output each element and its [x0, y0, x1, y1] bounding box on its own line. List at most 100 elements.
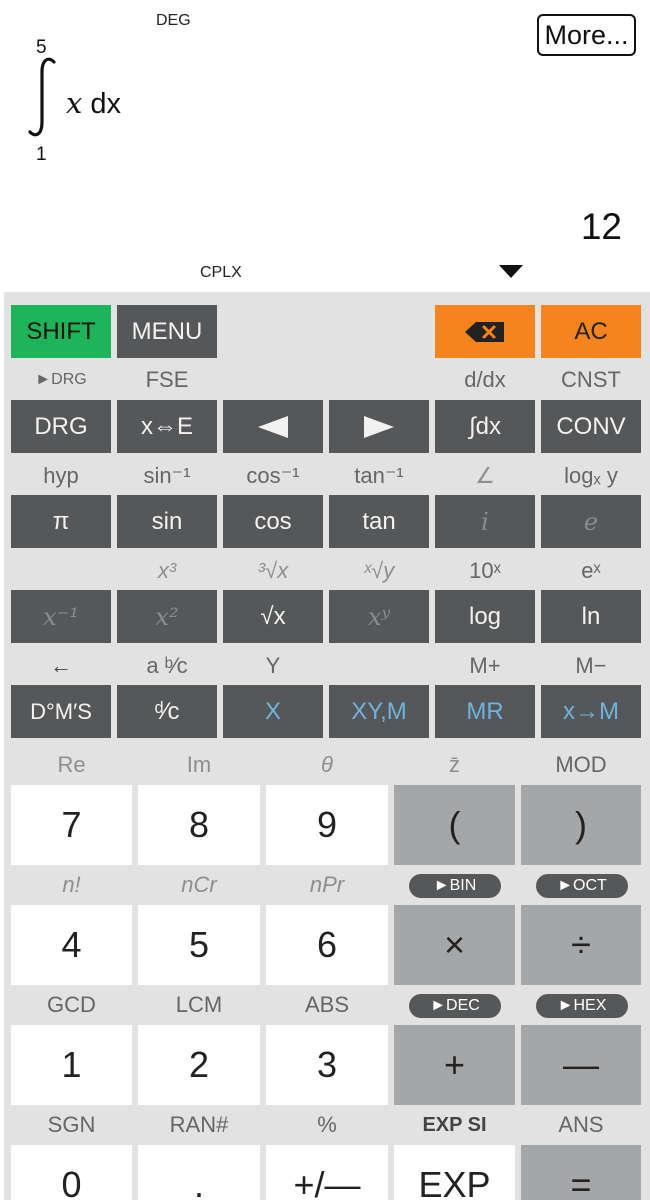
shift-label-abs: ABS — [304, 992, 350, 1017]
decimal-point-button[interactable]: . — [138, 1145, 260, 1200]
shift-button[interactable]: SHIFT — [11, 305, 111, 358]
shift-label-fse: FSE — [145, 367, 189, 392]
cursor-down-triangle-icon[interactable] — [499, 265, 523, 278]
pi-button[interactable]: π — [11, 495, 111, 548]
backspace-button[interactable] — [435, 305, 535, 358]
multiply-button[interactable]: × — [394, 905, 515, 985]
square-button[interactable]: x² — [117, 590, 217, 643]
shift-label-factorial: n! — [62, 872, 81, 897]
shift-label-mod: MOD — [555, 752, 607, 777]
to-bin-button[interactable]: ►BIN — [409, 874, 501, 898]
shift-label-ten-power: 10ˣ — [469, 558, 501, 583]
shift-label-m-minus: M− — [575, 653, 607, 678]
menu-button[interactable]: MENU — [117, 305, 217, 358]
shift-label-theta: θ — [321, 752, 333, 777]
shift-label-cube: x³ — [157, 558, 177, 583]
cursor-right-button[interactable] — [329, 400, 429, 453]
to-dec-button[interactable]: ►DEC — [409, 994, 501, 1018]
square-root-button[interactable]: √x — [223, 590, 323, 643]
integrand-expression: x dx — [66, 86, 121, 121]
shift-label-re: Re — [57, 752, 86, 777]
shift-label-ncr: nCr — [181, 872, 217, 897]
shift-label-ans: ANS — [558, 1112, 604, 1137]
digit-0-button[interactable]: 0 — [11, 1145, 132, 1200]
digit-7-button[interactable]: 7 — [11, 785, 132, 865]
digit-9-button[interactable]: 9 — [266, 785, 388, 865]
shift-label-to-drg: ►DRG — [35, 371, 87, 388]
dms-button[interactable]: D°M′S — [11, 685, 111, 738]
power-button[interactable]: xʸ — [329, 590, 429, 643]
shift-label-logxy: logₓ y — [564, 463, 618, 488]
to-oct-button[interactable]: ►OCT — [536, 874, 628, 898]
keypad: SHIFT MENU AC ►DRG FSE d/dx CNST DRG x⇔E… — [4, 292, 650, 1200]
integral-button[interactable]: ∫dx — [435, 400, 535, 453]
shift-label-sgn: SGN — [47, 1112, 96, 1137]
shift-label-npr: nPr — [309, 872, 345, 897]
shift-label-lcm: LCM — [175, 992, 223, 1017]
sin-button[interactable]: sin — [117, 495, 217, 548]
divide-button[interactable]: ÷ — [521, 905, 641, 985]
conv-button[interactable]: CONV — [541, 400, 641, 453]
integral-lower-limit: 1 — [36, 144, 47, 165]
exp-button[interactable]: EXP — [394, 1145, 515, 1200]
shift-label-cnst: CNST — [561, 367, 621, 392]
shift-label-e-power: eˣ — [581, 558, 601, 583]
imaginary-i-button[interactable]: i — [435, 495, 535, 548]
x-exchange-e-button[interactable]: x⇔E — [117, 400, 217, 453]
shift-label-fraction: a ᵇ⁄c — [146, 653, 188, 678]
shift-label-xth-root: ˣ√y — [363, 558, 395, 583]
cos-button[interactable]: cos — [223, 495, 323, 548]
digit-6-button[interactable]: 6 — [266, 905, 388, 985]
xy-m-button[interactable]: XY,M — [329, 685, 429, 738]
shift-label-arctan: tan⁻¹ — [354, 463, 404, 488]
fraction-d-c-button[interactable]: ᵈ⁄c — [117, 685, 217, 738]
tan-button[interactable]: tan — [329, 495, 429, 548]
more-button[interactable]: More... — [537, 14, 636, 56]
log-button[interactable]: log — [435, 590, 535, 643]
store-memory-button[interactable]: x→M — [541, 685, 641, 738]
shift-label-gcd: GCD — [47, 992, 96, 1017]
close-paren-button[interactable]: ) — [521, 785, 641, 865]
shift-label-random: RAN# — [169, 1112, 229, 1137]
subtract-button[interactable]: — — [521, 1025, 641, 1105]
open-paren-button[interactable]: ( — [394, 785, 515, 865]
shift-label-hyp: hyp — [43, 463, 79, 488]
digit-2-button[interactable]: 2 — [138, 1025, 260, 1105]
shift-label-im: Im — [186, 752, 212, 777]
equals-button[interactable]: = — [521, 1145, 641, 1200]
complex-mode-indicator: CPLX — [200, 264, 242, 281]
shift-label-m-plus: M+ — [469, 653, 501, 678]
result-value: 12 — [580, 206, 622, 247]
integral-sign-icon — [28, 57, 56, 137]
x-variable-button[interactable]: X — [223, 685, 323, 738]
shift-label-cube-root: ³√x — [257, 558, 289, 583]
integrand-variable: x — [66, 86, 83, 120]
to-hex-button[interactable]: ►HEX — [536, 994, 628, 1018]
digit-8-button[interactable]: 8 — [138, 785, 260, 865]
reciprocal-button[interactable]: x⁻¹ — [11, 590, 111, 643]
shift-label-arcsin: sin⁻¹ — [143, 463, 191, 488]
shift-label-conjugate: z̄ — [449, 752, 460, 777]
digit-3-button[interactable]: 3 — [266, 1025, 388, 1105]
cursor-left-button[interactable] — [223, 400, 323, 453]
euler-e-button[interactable]: e — [541, 495, 641, 548]
digit-5-button[interactable]: 5 — [138, 905, 260, 985]
all-clear-button[interactable]: AC — [541, 305, 641, 358]
arrow-right-icon — [364, 415, 394, 438]
digit-4-button[interactable]: 4 — [11, 905, 132, 985]
drg-button[interactable]: DRG — [11, 400, 111, 453]
shift-label-exp-si: EXP SI — [422, 1113, 487, 1136]
add-button[interactable]: + — [394, 1025, 515, 1105]
shift-label-back-arrow: ← — [50, 653, 72, 678]
sign-toggle-button[interactable]: +/— — [266, 1145, 388, 1200]
angle-mode-indicator: DEG — [156, 12, 191, 29]
shift-label-derivative: d/dx — [464, 367, 506, 392]
digit-1-button[interactable]: 1 — [11, 1025, 132, 1105]
display-panel: DEG More... 5 x dx 1 12 CPLX — [0, 0, 650, 292]
shift-label-angle: ∠ — [475, 463, 495, 488]
shift-label-y: Y — [265, 653, 281, 678]
ln-button[interactable]: ln — [541, 590, 641, 643]
shift-label-percent: % — [317, 1112, 337, 1137]
arrow-left-icon — [258, 415, 288, 438]
memory-recall-button[interactable]: MR — [435, 685, 535, 738]
